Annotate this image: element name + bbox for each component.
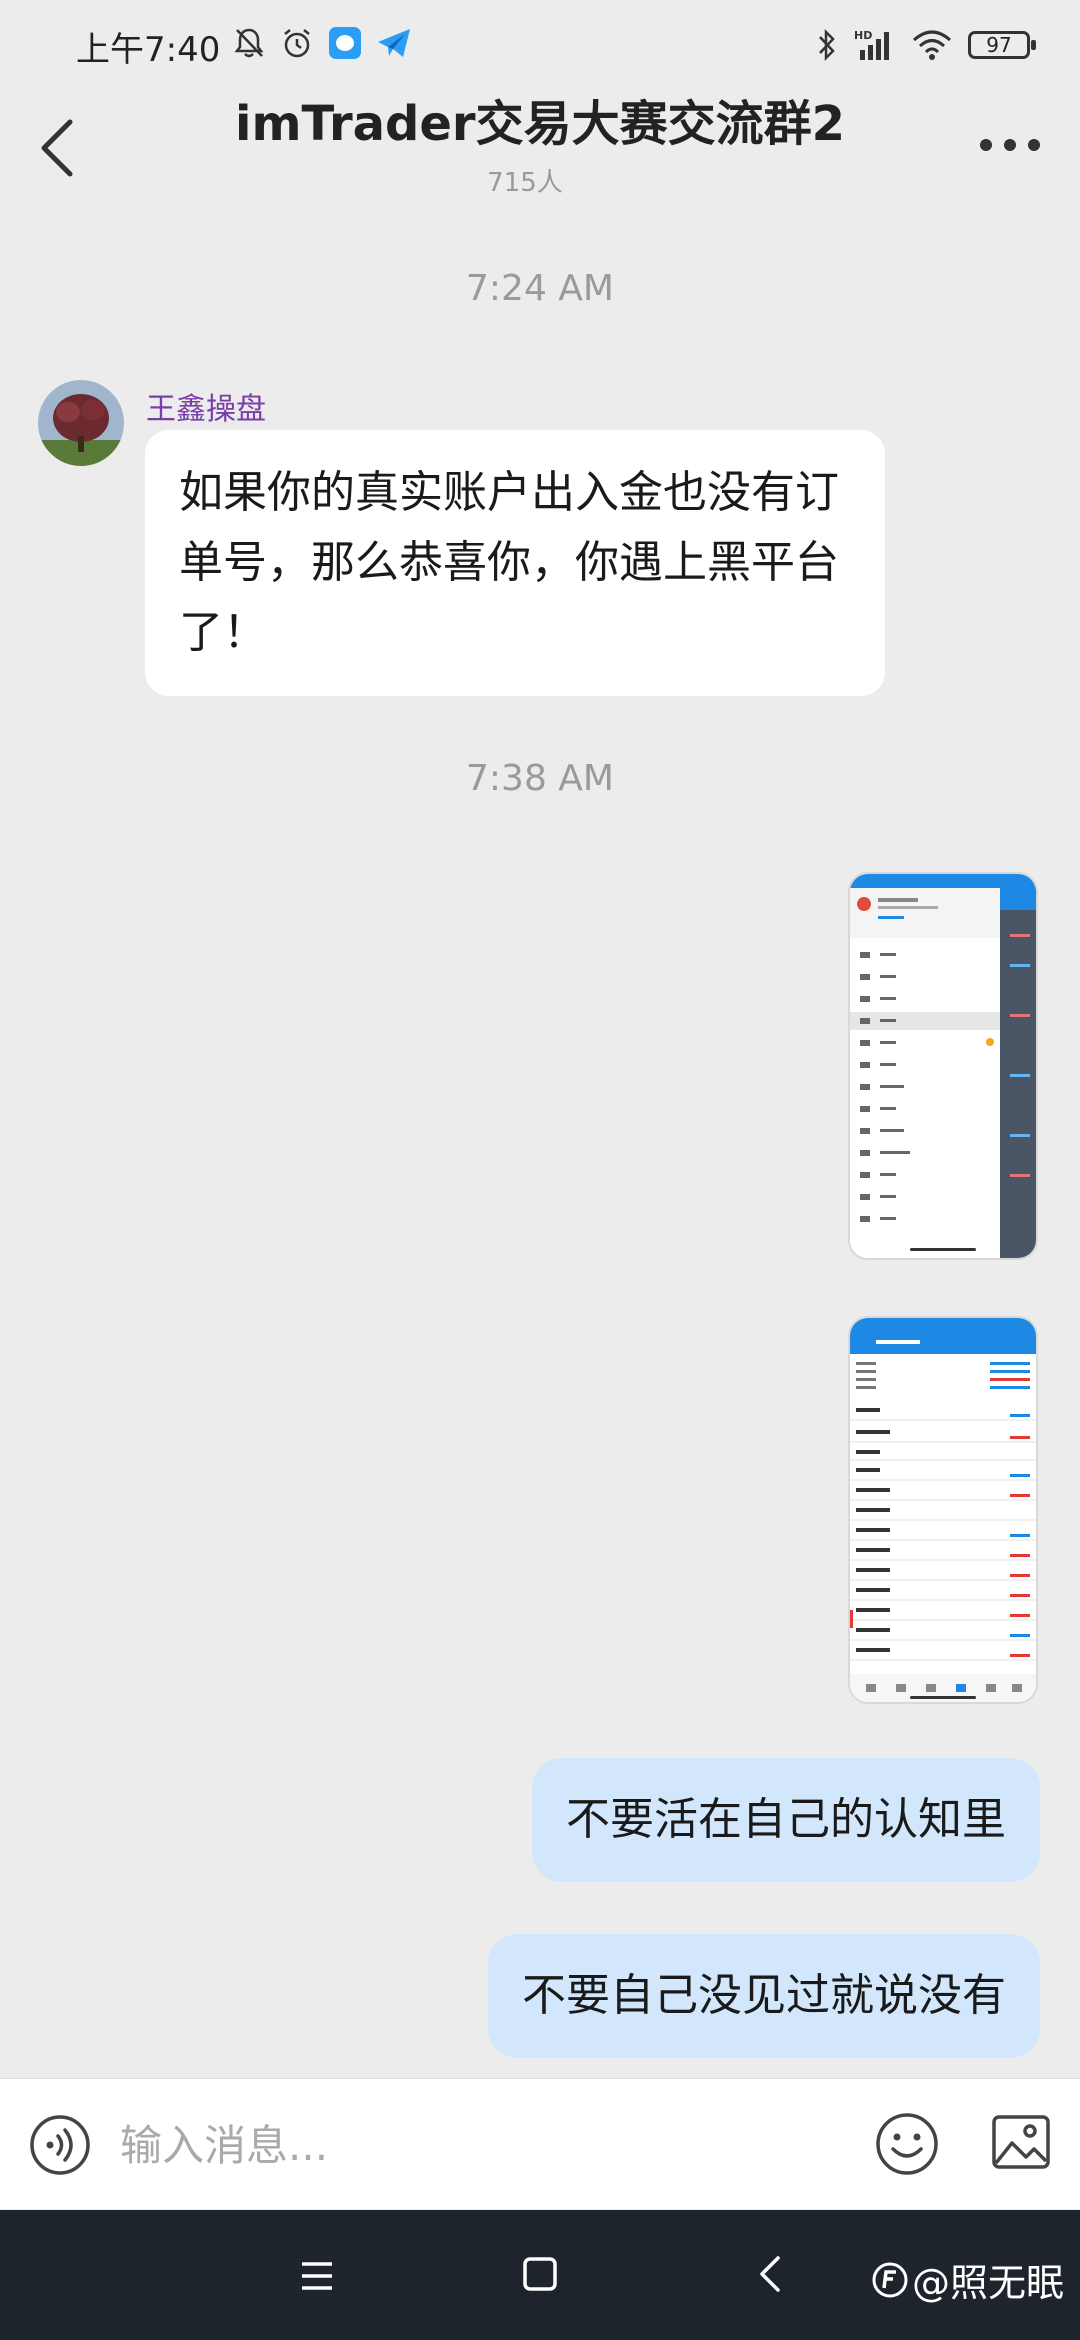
bell-off-icon bbox=[234, 28, 264, 58]
message-input-bar bbox=[0, 2078, 1080, 2209]
trade-history-screenshot-thumbnail bbox=[850, 1318, 1036, 1702]
image-icon bbox=[992, 2115, 1050, 2169]
incoming-message[interactable]: 如果你的真实账户出入金也没有订单号，那么恭喜你，你遇上黑平台了！ bbox=[145, 430, 885, 696]
outgoing-message[interactable]: 不要活在自己的认知里 bbox=[532, 1758, 1040, 1882]
watermark-text: @照无眠 bbox=[911, 2261, 1064, 2305]
app-menu-screenshot-thumbnail bbox=[850, 874, 1036, 1258]
avatar-tree-photo bbox=[38, 380, 124, 466]
sender-name[interactable]: 王鑫操盘 bbox=[146, 384, 266, 428]
menu-icon bbox=[302, 2262, 332, 2290]
bluetooth-icon bbox=[819, 28, 835, 62]
smiley-icon bbox=[876, 2113, 938, 2175]
battery-indicator: 97 bbox=[968, 31, 1036, 59]
telegram-icon bbox=[378, 29, 410, 57]
chat-title: imTrader交易大赛交流群2 bbox=[235, 96, 845, 152]
image-message[interactable] bbox=[848, 872, 1038, 1260]
alarm-icon bbox=[284, 29, 310, 58]
image-picker-button[interactable] bbox=[990, 2111, 1052, 2173]
back-chevron-icon bbox=[760, 2256, 780, 2292]
more-options-button[interactable] bbox=[970, 120, 1050, 170]
system-back-button[interactable] bbox=[750, 2250, 790, 2298]
wifi-icon bbox=[913, 30, 951, 60]
chat-app-icon bbox=[329, 27, 361, 59]
more-dots-icon bbox=[980, 139, 1040, 151]
time-divider: 7:24 AM bbox=[466, 268, 614, 309]
outgoing-message[interactable]: 不要自己没见过就说没有 bbox=[488, 1934, 1040, 2058]
status-time: 上午7:40 bbox=[76, 30, 221, 70]
square-icon bbox=[523, 2257, 557, 2291]
home-button[interactable] bbox=[520, 2254, 560, 2294]
recent-apps-button[interactable] bbox=[292, 2256, 342, 2296]
emoji-button[interactable] bbox=[874, 2111, 940, 2177]
watermark: @照无眠 bbox=[872, 2252, 1064, 2307]
status-left-icons bbox=[232, 26, 412, 60]
message-input[interactable] bbox=[118, 2109, 842, 2181]
avatar[interactable] bbox=[38, 380, 124, 466]
image-message[interactable] bbox=[848, 1316, 1038, 1704]
signal-hd-icon: HD bbox=[854, 29, 889, 60]
svg-text:HD: HD bbox=[854, 29, 872, 42]
chat-header: imTrader交易大赛交流群2 715人 bbox=[0, 80, 1080, 210]
voice-icon bbox=[30, 2115, 90, 2175]
time-divider: 7:38 AM bbox=[466, 758, 614, 799]
system-nav-bar: @照无眠 bbox=[0, 2210, 1080, 2340]
status-right-icons: HD 97 bbox=[816, 28, 1036, 62]
member-count[interactable]: 715人 bbox=[0, 162, 1050, 199]
weibo-logo-icon bbox=[872, 2262, 908, 2297]
voice-input-button[interactable] bbox=[28, 2113, 92, 2177]
